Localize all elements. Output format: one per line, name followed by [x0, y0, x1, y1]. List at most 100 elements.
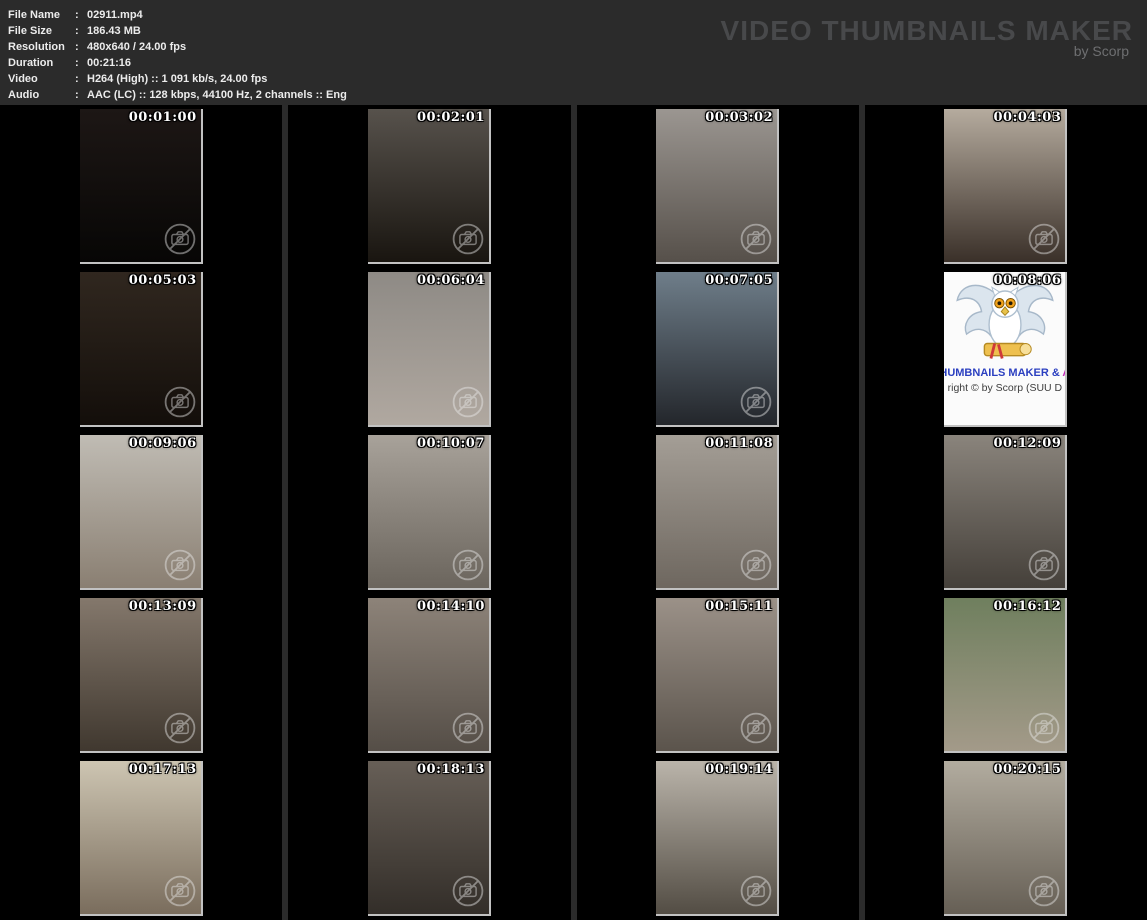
meta-row-duration: Duration : 00:21:16	[8, 55, 347, 71]
no-camera-watermark-icon	[164, 549, 195, 581]
meta-colon: :	[75, 9, 79, 21]
meta-colon: :	[75, 73, 79, 85]
meta-value: 00:21:16	[87, 57, 132, 69]
no-camera-watermark-icon	[452, 386, 484, 418]
brand: VIDEO THUMBNAILS MAKER by Scorp	[721, 15, 1133, 59]
meta-label: Audio	[8, 89, 40, 101]
thumbnail-image-placeholder: 00:05:03	[79, 272, 203, 427]
thumbnail-cell: 00:11:08	[576, 431, 859, 594]
thumbnail-cell: 00:05:03	[0, 268, 283, 431]
timestamp-label: 00:13:09	[128, 599, 197, 614]
logo-thumbnail: HUMBNAILS MAKER & A right © by Scorp (SU…	[944, 272, 1066, 425]
thumbnail-image-placeholder: 00:12:09	[944, 435, 1068, 590]
logo-title-line: HUMBNAILS MAKER & A	[944, 367, 1065, 379]
no-camera-watermark-icon	[452, 875, 484, 907]
thumbnail-cell: 00:04:03	[864, 105, 1147, 268]
no-camera-watermark-icon	[164, 386, 195, 418]
timestamp-label: 00:08:06	[993, 273, 1062, 288]
meta-label: Duration	[8, 57, 54, 69]
timestamp-label: 00:20:15	[993, 762, 1062, 777]
thumbnail-cell: 00:16:12	[864, 594, 1147, 757]
thumbnail-image-placeholder: 00:14:10	[367, 598, 491, 753]
timestamp-label: 00:01:00	[128, 110, 197, 125]
no-camera-watermark-icon	[740, 549, 772, 581]
thumbnail-cell: 00:13:09	[0, 594, 283, 757]
meta-colon: :	[75, 41, 79, 53]
timestamp-label: 00:05:03	[128, 273, 197, 288]
brand-title: VIDEO THUMBNAILS MAKER	[720, 15, 1133, 46]
timestamp-label: 00:07:05	[705, 273, 774, 288]
meta-label: Resolution	[8, 41, 65, 53]
owl-logo-icon	[956, 284, 1054, 359]
thumbnail-cell: 00:20:15	[864, 757, 1147, 920]
thumbnail-cell: 00:10:07	[288, 431, 571, 594]
thumbnail-cell: 00:07:05	[576, 268, 859, 431]
thumbnail-cell: 00:15:11	[576, 594, 859, 757]
thumbnail-cell: 00:19:14	[576, 757, 859, 920]
thumbnail-cell: 00:12:09	[864, 431, 1147, 594]
timestamp-label: 00:06:04	[417, 273, 485, 288]
timestamp-label: 00:04:03	[993, 110, 1062, 125]
meta-row-video: Video : H264 (High) :: 1 091 kb/s, 24.00…	[8, 71, 347, 87]
meta-label: File Name	[8, 9, 60, 21]
timestamp-label: 00:12:09	[993, 436, 1062, 451]
timestamp-label: 00:11:08	[705, 436, 774, 451]
thumbnail-image-placeholder: 00:07:05	[656, 272, 780, 427]
no-camera-watermark-icon	[1029, 549, 1060, 581]
thumbnail-cell: 00:14:10	[288, 594, 571, 757]
meta-label: File Size	[8, 25, 53, 37]
timestamp-label: 00:10:07	[417, 436, 485, 451]
timestamp-label: 00:03:02	[705, 110, 774, 125]
thumbnail-cell: 00:01:00	[0, 105, 283, 268]
timestamp-label: 00:02:01	[417, 110, 485, 125]
thumbnail-cell: 00:02:01	[288, 105, 571, 268]
thumbnail-image-placeholder: 00:13:09	[79, 598, 203, 753]
logo-copyright: right © by Scorp (SUU D	[947, 382, 1063, 394]
timestamp-label: 00:14:10	[417, 599, 485, 614]
thumbnail-cell: 00:17:13	[0, 757, 283, 920]
thumbnail-cell: 00:18:13	[288, 757, 571, 920]
meta-row-file-size: File Size : 186.43 MB	[8, 23, 347, 39]
meta-colon: :	[75, 25, 79, 37]
no-camera-watermark-icon	[740, 386, 772, 418]
meta-row-file-name: File Name : 02911.mp4	[8, 7, 347, 23]
thumbnail-image-placeholder: 00:02:01	[367, 109, 491, 264]
thumbnail-cell: HUMBNAILS MAKER & A right © by Scorp (SU…	[864, 268, 1147, 431]
no-camera-watermark-icon	[164, 223, 195, 255]
meta-value: 480x640 / 24.00 fps	[87, 41, 187, 53]
thumbnail-image-placeholder: 00:19:14	[656, 761, 780, 916]
thumbnail-image-placeholder: HUMBNAILS MAKER & A right © by Scorp (SU…	[944, 272, 1068, 427]
timestamp-label: 00:19:14	[705, 762, 774, 777]
no-camera-watermark-icon	[740, 223, 772, 255]
no-camera-watermark-icon	[740, 712, 772, 744]
thumbnail-cell: 00:03:02	[576, 105, 859, 268]
thumbnail-image-placeholder: 00:18:13	[367, 761, 491, 916]
meta-value: AAC (LC) :: 128 kbps, 44100 Hz, 2 channe…	[87, 89, 347, 101]
header: File Name : 02911.mp4 File Size : 186.43…	[0, 0, 1147, 105]
thumbnail-grid: 00:01:00 00:02:01 00:03:02 00:04:03 00:0…	[0, 105, 1147, 920]
meta-label: Video	[8, 73, 38, 85]
thumbnail-image-placeholder: 00:11:08	[656, 435, 780, 590]
thumbnail-image-placeholder: 00:03:02	[656, 109, 780, 264]
thumbnail-image-placeholder: 00:04:03	[944, 109, 1068, 264]
no-camera-watermark-icon	[452, 712, 484, 744]
meta-row-resolution: Resolution : 480x640 / 24.00 fps	[8, 39, 347, 55]
thumbnail-image-placeholder: 00:15:11	[656, 598, 780, 753]
no-camera-watermark-icon	[452, 549, 484, 581]
file-metadata: File Name : 02911.mp4 File Size : 186.43…	[8, 7, 347, 103]
no-camera-watermark-icon	[740, 875, 772, 907]
timestamp-label: 00:17:13	[128, 762, 197, 777]
thumbnail-image-placeholder: 00:09:06	[79, 435, 203, 590]
meta-value: 02911.mp4	[87, 9, 143, 21]
meta-colon: :	[75, 89, 79, 101]
meta-colon: :	[75, 57, 79, 69]
thumbnail-image-placeholder: 00:06:04	[367, 272, 491, 427]
logo-title-accent: A	[1062, 367, 1065, 379]
timestamp-label: 00:15:11	[705, 599, 774, 614]
no-camera-watermark-icon	[1029, 875, 1060, 907]
thumbnail-image-placeholder: 00:10:07	[367, 435, 491, 590]
thumbnail-image-placeholder: 00:20:15	[944, 761, 1068, 916]
no-camera-watermark-icon	[164, 712, 195, 744]
meta-value: 186.43 MB	[87, 25, 141, 37]
thumbnail-cell: 00:06:04	[288, 268, 571, 431]
